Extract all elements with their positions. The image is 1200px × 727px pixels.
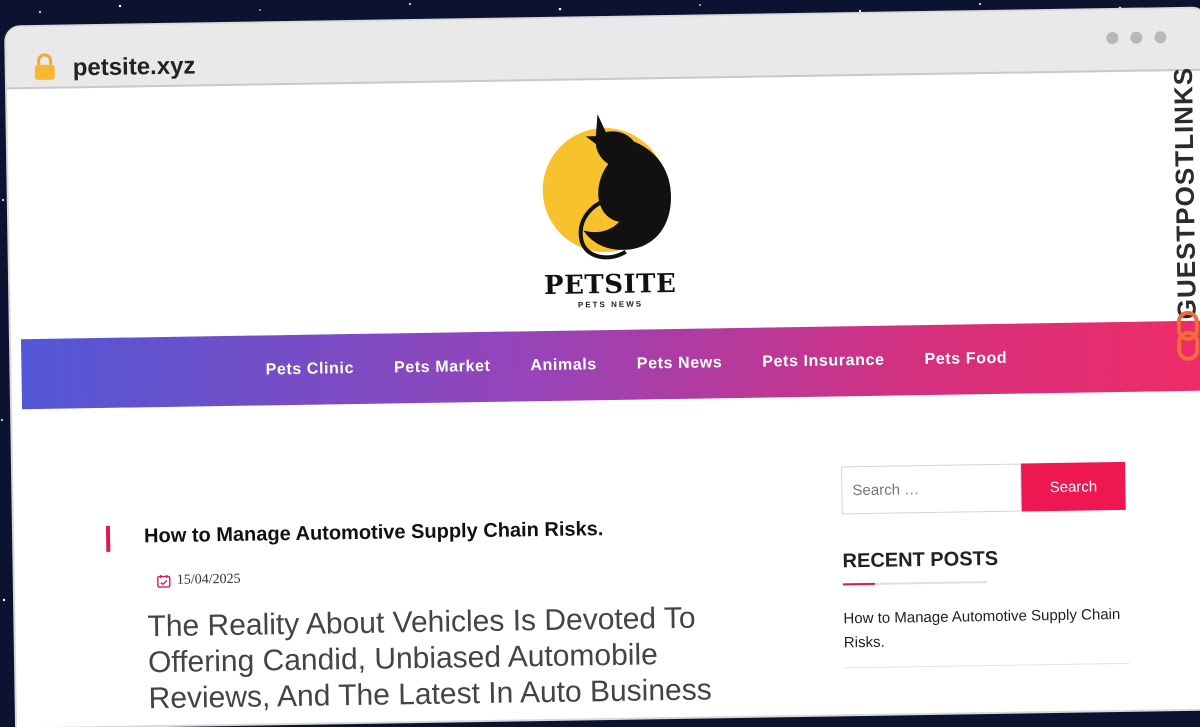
lock-icon xyxy=(32,53,56,81)
chain-link-icon xyxy=(1175,311,1200,361)
window-dot[interactable] xyxy=(1130,32,1142,44)
post-date: 15/04/2025 xyxy=(157,572,241,589)
post-heading[interactable]: The Reality About Vehicles Is Devoted To… xyxy=(147,600,729,717)
search-form: Search xyxy=(841,462,1142,515)
logo-title: PETSITE xyxy=(540,269,680,301)
post-date-text: 15/04/2025 xyxy=(177,572,241,589)
site-header: PETSITE PETS NEWS xyxy=(7,71,1200,340)
site-logo[interactable]: PETSITE PETS NEWS xyxy=(537,101,680,303)
window-dot[interactable] xyxy=(1154,31,1166,43)
search-input[interactable] xyxy=(841,464,1022,515)
recent-posts-heading: RECENT POSTS xyxy=(842,546,1142,574)
cat-logo-icon xyxy=(537,101,680,273)
recent-post-separator xyxy=(844,663,1129,668)
recent-posts-divider xyxy=(843,581,987,585)
sidebar: Search RECENT POSTS How to Manage Automo… xyxy=(841,462,1144,669)
main-content: How to Manage Automotive Supply Chain Ri… xyxy=(12,391,1200,727)
nav-item-pets-news[interactable]: Pets News xyxy=(637,354,723,373)
nav-item-pets-insurance[interactable]: Pets Insurance xyxy=(762,352,885,372)
post-title[interactable]: How to Manage Automotive Supply Chain Ri… xyxy=(144,518,604,548)
post-article: How to Manage Automotive Supply Chain Ri… xyxy=(106,516,726,526)
nav-item-pets-food[interactable]: Pets Food xyxy=(924,350,1007,369)
logo-subtitle: PETS NEWS xyxy=(540,299,680,310)
nav-item-pets-market[interactable]: Pets Market xyxy=(394,358,491,378)
window-dot[interactable] xyxy=(1106,32,1118,44)
window-controls xyxy=(1106,31,1166,44)
calendar-icon xyxy=(157,574,171,588)
browser-window: petsite.xyz PETSITE PETS NEWS Pets Clini… xyxy=(6,9,1200,727)
url-text[interactable]: petsite.xyz xyxy=(73,52,196,82)
post-accent-bar xyxy=(106,526,110,552)
recent-post-link[interactable]: How to Manage Automotive Supply Chain Ri… xyxy=(843,603,1129,655)
nav-item-pets-clinic[interactable]: Pets Clinic xyxy=(265,360,354,379)
guestpostlinks-badge-text: GUESTPOSTLINKS xyxy=(1168,67,1200,320)
nav-item-animals[interactable]: Animals xyxy=(530,356,597,375)
search-button[interactable]: Search xyxy=(1021,462,1126,512)
